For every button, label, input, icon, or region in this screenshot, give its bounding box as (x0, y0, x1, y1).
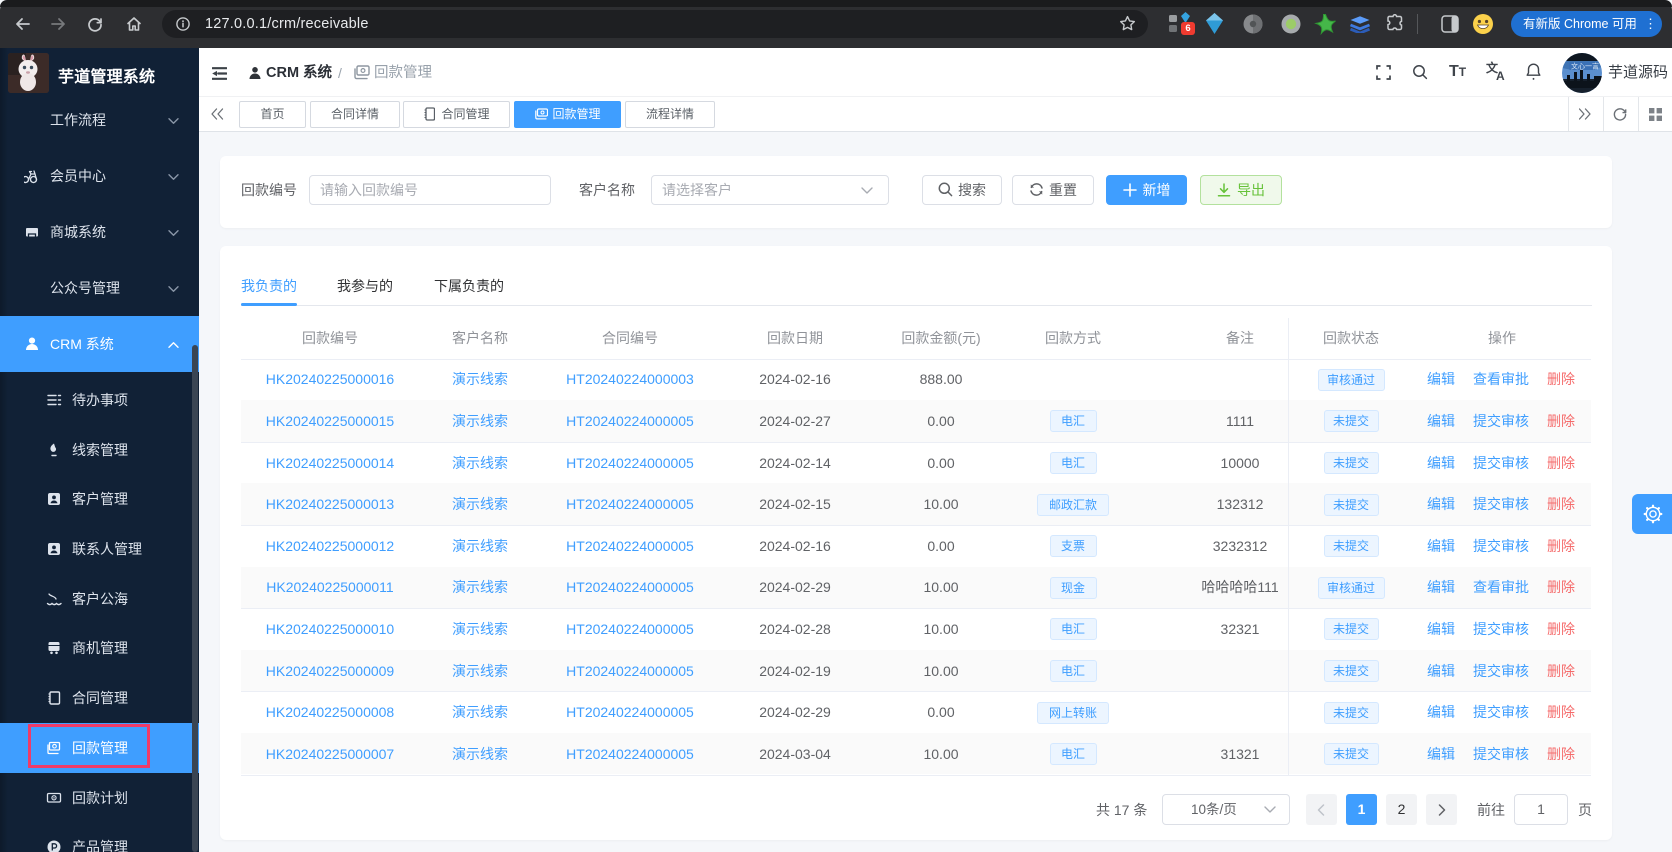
svg-text:文心一言: 文心一言 (1571, 62, 1599, 71)
